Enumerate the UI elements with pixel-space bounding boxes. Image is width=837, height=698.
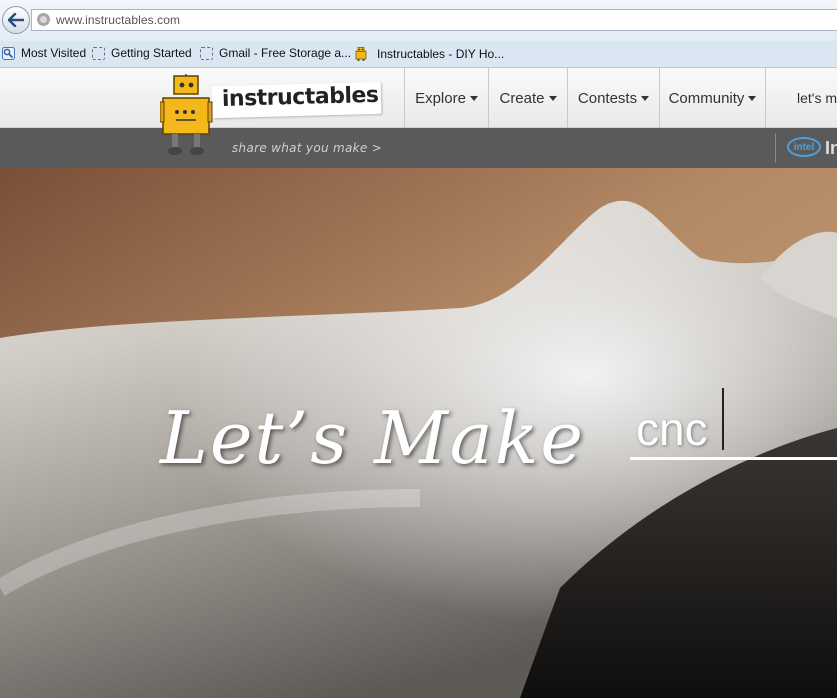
nav-explore[interactable]: Explore	[404, 68, 488, 128]
bookmark-getting-started[interactable]: Getting Started	[92, 46, 192, 60]
tagline-link[interactable]: share what you make >	[232, 141, 382, 155]
intel-logo-icon[interactable]: intel	[787, 137, 821, 157]
divider	[775, 133, 776, 163]
bookmark-label: Getting Started	[111, 46, 192, 60]
nav-label: Explore	[415, 89, 466, 107]
bookmark-label: Most Visited	[21, 46, 87, 60]
site-header: instructables Explore Create Contests Co…	[0, 68, 837, 128]
sponsor-text: In	[825, 138, 837, 158]
nav-label: Contests	[577, 89, 638, 107]
tagline-bar: share what you make > intel In	[0, 128, 837, 168]
page-icon	[200, 46, 213, 60]
browser-toolbar: www.instructables.com	[0, 0, 837, 41]
nav-label: Community	[668, 89, 745, 107]
nav-create[interactable]: Create	[488, 68, 567, 128]
address-bar[interactable]: www.instructables.com	[31, 9, 837, 31]
most-visited-icon	[2, 46, 15, 60]
nav-lets-make[interactable]: let's m	[765, 68, 837, 128]
caret-down-icon	[548, 95, 557, 101]
page-icon	[92, 46, 105, 60]
hero-title: Let’s Make	[160, 396, 585, 480]
back-button[interactable]	[2, 6, 30, 34]
bookmark-label: Gmail - Free Storage a...	[219, 46, 352, 60]
caret-down-icon	[641, 95, 650, 101]
nav-label: Create	[499, 89, 545, 107]
caret-down-icon	[469, 95, 478, 101]
instructables-favicon	[355, 47, 367, 61]
logo-text: instructables	[221, 82, 379, 112]
logo[interactable]: instructables	[211, 81, 382, 119]
nav-community[interactable]: Community	[659, 68, 765, 128]
text-cursor	[722, 388, 724, 450]
bookmark-gmail[interactable]: Gmail - Free Storage a...	[200, 46, 351, 60]
bookmark-label: Instructables - DIY Ho...	[377, 47, 505, 61]
robot-mascot-icon[interactable]	[160, 74, 218, 156]
back-arrow-icon	[8, 13, 24, 27]
caret-down-icon	[748, 95, 757, 101]
nav-label: let's m	[796, 90, 837, 106]
nav-contests[interactable]: Contests	[567, 68, 659, 128]
main-nav: Explore Create Contests Community let's …	[404, 68, 837, 128]
globe-icon	[37, 13, 50, 26]
bookmark-instructables[interactable]: Instructables - DIY Ho...	[353, 46, 504, 62]
hero-banner: Let’s Make	[0, 168, 837, 698]
bookmark-most-visited[interactable]: Most Visited	[2, 46, 86, 60]
url-text: www.instructables.com	[56, 13, 181, 27]
project-search-input[interactable]	[630, 400, 837, 460]
bookmarks-bar: Most Visited Getting Started Gmail - Fre…	[0, 41, 837, 68]
